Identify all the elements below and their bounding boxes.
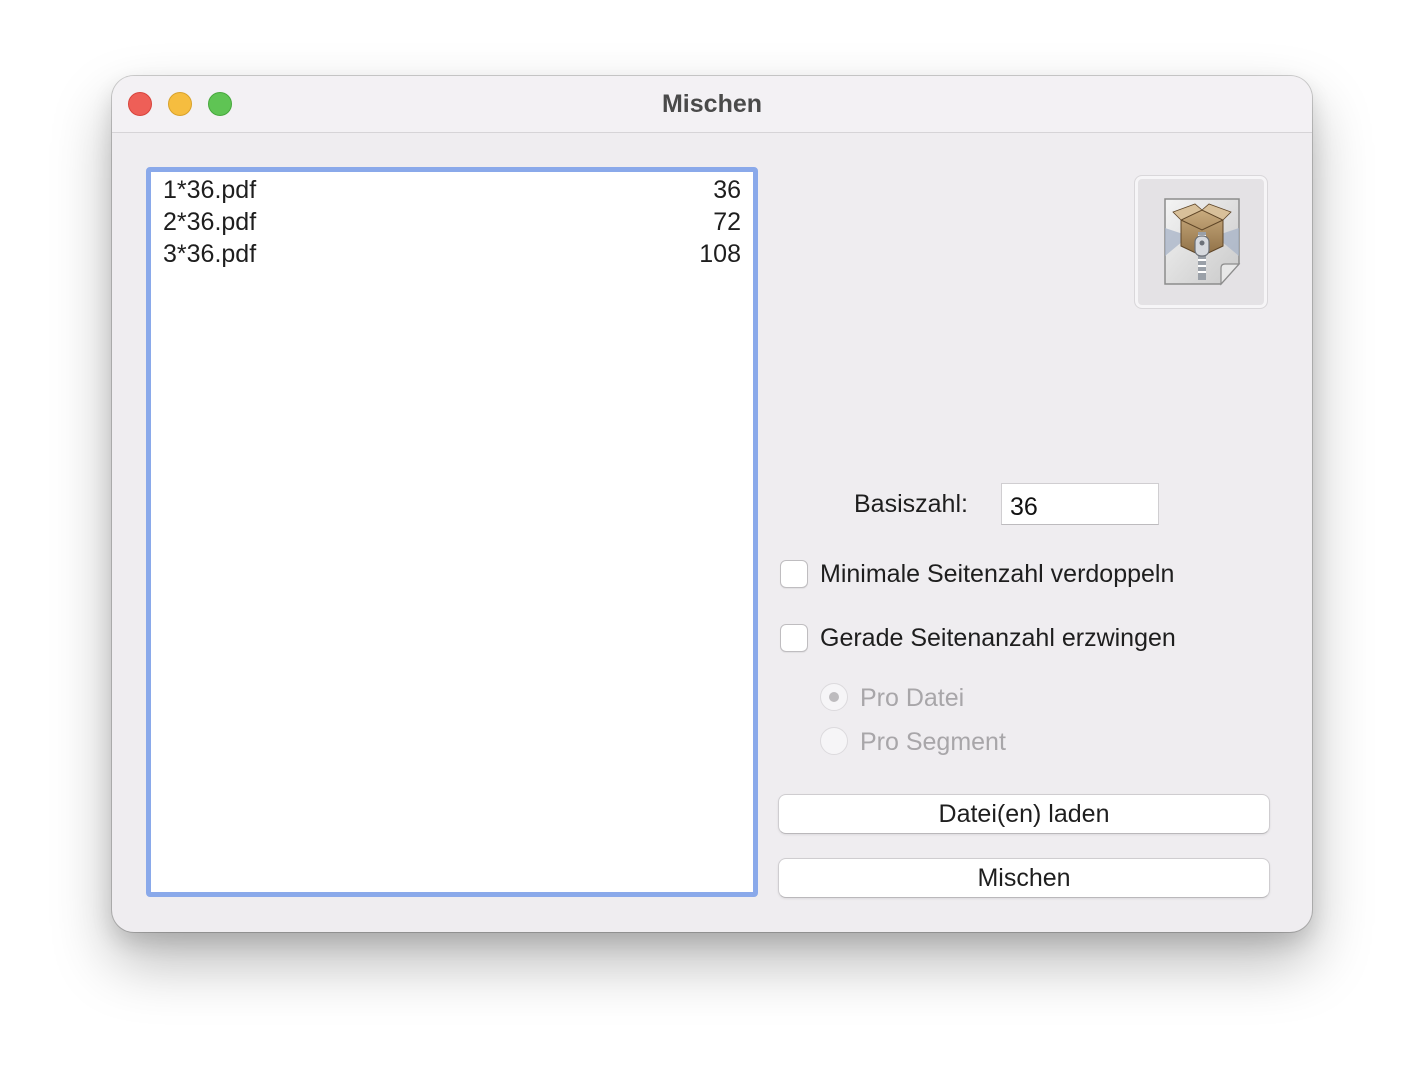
- merge-button[interactable]: Mischen: [778, 858, 1270, 898]
- file-list-item[interactable]: 1*36.pdf 36: [163, 176, 741, 208]
- basis-number-input[interactable]: [1001, 483, 1159, 525]
- title-bar[interactable]: Mischen: [112, 76, 1312, 133]
- file-page-count: 108: [699, 240, 741, 268]
- file-name: 1*36.pdf: [163, 176, 257, 204]
- radio-per-file-label: Pro Datei: [860, 684, 965, 712]
- file-name: 3*36.pdf: [163, 240, 257, 268]
- app-icon-well: [1134, 175, 1268, 309]
- basis-label: Basiszahl:: [854, 490, 968, 518]
- merge-window: Mischen 1*36.pdf 36 2*36.pdf 72 3*36.pdf…: [112, 76, 1312, 932]
- file-list-item[interactable]: 2*36.pdf 72: [163, 208, 741, 240]
- load-files-button[interactable]: Datei(en) laden: [778, 794, 1270, 834]
- radio-selected-dot: [829, 692, 839, 702]
- radio-per-segment-label: Pro Segment: [860, 728, 1006, 756]
- file-page-count: 36: [713, 176, 741, 204]
- file-page-count: 72: [713, 208, 741, 236]
- force-even-pages-checkbox[interactable]: [780, 624, 808, 652]
- double-min-pages-label: Minimale Seitenzahl verdoppeln: [820, 560, 1175, 588]
- zipped-archive-box-icon: [1164, 198, 1241, 286]
- radio-per-segment[interactable]: [820, 727, 848, 755]
- force-even-pages-label: Gerade Seitenanzahl erzwingen: [820, 624, 1176, 652]
- window-title: Mischen: [661, 90, 763, 118]
- radio-per-file[interactable]: [820, 683, 848, 711]
- file-list-item[interactable]: 3*36.pdf 108: [163, 240, 741, 272]
- file-name: 2*36.pdf: [163, 208, 257, 236]
- file-list[interactable]: 1*36.pdf 36 2*36.pdf 72 3*36.pdf 108: [146, 167, 758, 897]
- double-min-pages-checkbox[interactable]: [780, 560, 808, 588]
